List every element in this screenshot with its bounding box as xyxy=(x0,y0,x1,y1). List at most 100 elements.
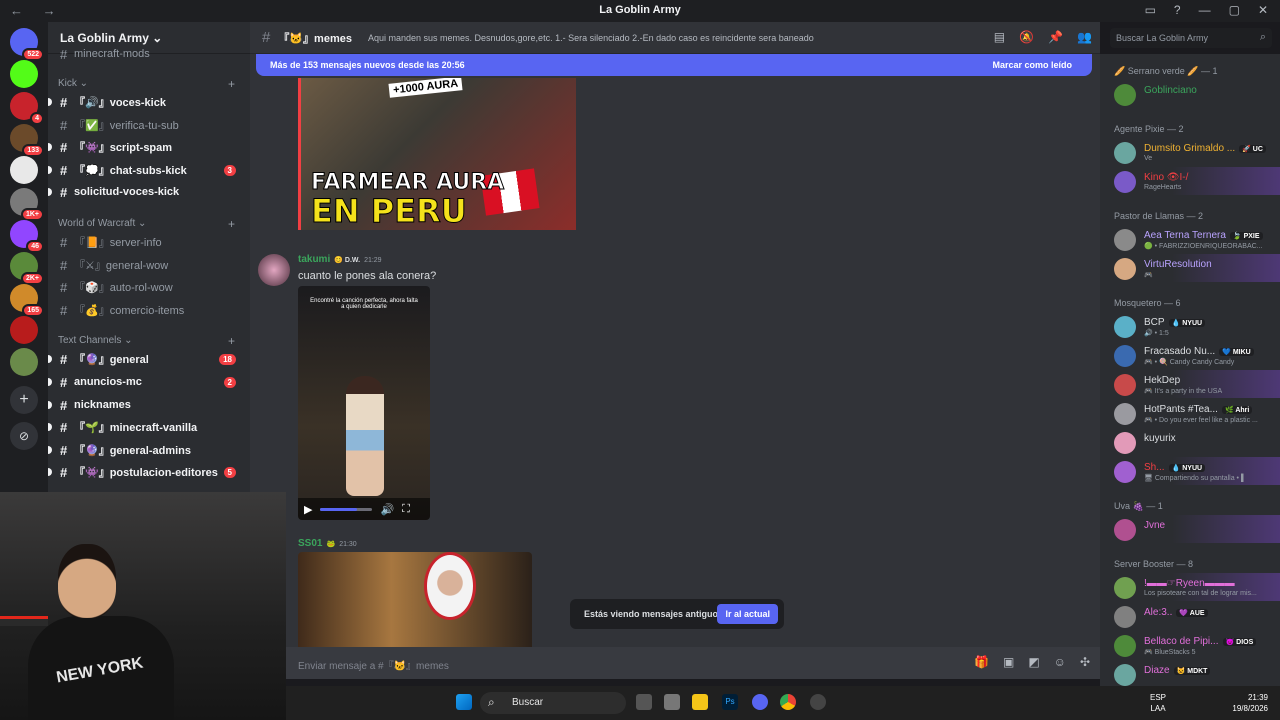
start-icon[interactable] xyxy=(456,694,472,710)
member-item[interactable]: Sh... 💧 NYUU 🖥 Compartiendo su pantalla • … xyxy=(1100,457,1280,485)
channel-item[interactable]: # solicitud-voces-kick xyxy=(48,182,246,202)
channel-item[interactable]: # 『💭』chat-subs-kick 3 xyxy=(48,160,246,180)
category-text-channels[interactable]: Text Channels ⌄ + xyxy=(58,334,235,348)
apps-icon[interactable]: ✣ xyxy=(1080,655,1090,669)
add-channel-icon[interactable]: + xyxy=(228,217,235,231)
threads-icon[interactable]: ▤ xyxy=(994,30,1005,44)
mark-read-button[interactable]: Marcar como leído xyxy=(992,60,1072,70)
photoshop-icon[interactable]: Ps xyxy=(722,694,738,710)
channel-item[interactable]: # 『🔮』general 18 xyxy=(48,349,246,369)
member-item[interactable]: Ale:3.. 💜 AUE xyxy=(1100,602,1280,630)
video-attachment[interactable]: Encontré la canción perfecta, ahora falt… xyxy=(298,286,430,520)
channel-item[interactable]: # anuncios-mc 2 xyxy=(48,372,246,392)
play-icon[interactable]: ▶ xyxy=(304,503,312,516)
add-channel-icon[interactable]: + xyxy=(228,77,235,91)
server-icon[interactable] xyxy=(10,316,38,344)
member-name-text: VirtuResolution xyxy=(1144,259,1212,270)
member-item[interactable]: BCP 💧 NYUU 🔊 • 1:5 xyxy=(1100,312,1280,340)
member-item[interactable]: VirtuResolution 🎮 xyxy=(1100,254,1280,282)
server-icon[interactable]: 2K+ xyxy=(10,252,44,285)
category-wow[interactable]: World of Warcraft ⌄ + xyxy=(58,217,235,231)
discord-home-icon[interactable]: 522 xyxy=(10,28,44,61)
message-author[interactable]: SS01 🐸 21:30 xyxy=(298,538,357,549)
member-item[interactable]: Kino 👁I-/RageHearts xyxy=(1100,167,1280,195)
inbox-icon[interactable]: ▭ xyxy=(1145,3,1156,17)
channel-item[interactable]: # 『🔮』general-admins xyxy=(48,440,246,460)
jump-to-present-button[interactable]: Ir al actual xyxy=(717,604,778,624)
member-item[interactable]: Dumsito Grimaldo ... 🚀 UC Ve xyxy=(1100,138,1280,166)
chrome-icon[interactable] xyxy=(780,694,796,710)
minimize-button[interactable]: — xyxy=(1199,3,1211,17)
category-kick[interactable]: Kick ⌄ + xyxy=(58,77,235,91)
search-input[interactable]: Buscar La Goblin Army ⌕ xyxy=(1110,28,1272,48)
server-icon[interactable] xyxy=(10,348,38,376)
hash-icon: # xyxy=(60,374,68,390)
avatar[interactable] xyxy=(258,254,290,286)
message-composer[interactable]: Enviar mensaje a #『🐱』memes 🎁 ▣ ◩ ☺ ✣ xyxy=(286,647,1100,679)
member-item[interactable]: Bellaco de Pipi... 😈 DIOS 🎮 BlueStacks 5 xyxy=(1100,631,1280,659)
avatar xyxy=(1114,606,1136,628)
server-icon[interactable]: 1K+ xyxy=(10,188,44,221)
member-item[interactable]: !▬▬☞Ryeen▬▬▬ Los pisoteare con tal de log… xyxy=(1100,573,1280,601)
taskbar-search[interactable]: ⌕ Buscar xyxy=(480,692,626,714)
taskview-icon[interactable] xyxy=(636,694,652,710)
language-indicator[interactable]: ESP LAA xyxy=(1150,692,1166,714)
member-item[interactable]: Goblinciano xyxy=(1100,80,1280,108)
discord-icon[interactable] xyxy=(752,694,768,710)
members-icon[interactable]: 👥 xyxy=(1077,30,1092,44)
avatar xyxy=(1114,403,1136,425)
channel-item[interactable]: # 『📙』server-info xyxy=(48,232,246,252)
obs-icon[interactable] xyxy=(810,694,826,710)
new-messages-bar[interactable]: Más de 153 mensajes nuevos desde las 20:… xyxy=(256,54,1092,76)
channel-item[interactable]: # 『💰』comercio-items xyxy=(48,300,246,320)
member-item[interactable]: Diaze 😺 MDKT xyxy=(1100,660,1280,686)
member-name: Fracasado Nu... 💙 MIKU xyxy=(1144,346,1254,357)
video-progress[interactable] xyxy=(320,507,373,511)
gif-icon[interactable]: ▣ xyxy=(1003,655,1014,669)
server-icon[interactable]: 165 xyxy=(10,284,44,317)
file-explorer-icon[interactable] xyxy=(692,694,708,710)
channel-item[interactable]: # 『👾』script-spam xyxy=(48,137,246,157)
channel-item[interactable]: # 『✅』verifica-tu-sub xyxy=(48,115,246,135)
server-icon[interactable]: 4 xyxy=(10,92,44,125)
message-list[interactable]: +1000 AURA FARMEAR AURA EN PERU Más de 1… xyxy=(250,54,1100,647)
sticker-icon[interactable]: ◩ xyxy=(1028,655,1039,669)
gift-icon[interactable]: 🎁 xyxy=(974,655,989,669)
channel-item[interactable]: # 『🎲』auto-rol-wow xyxy=(48,277,246,297)
member-item[interactable]: Jvne xyxy=(1100,515,1280,543)
unread-indicator xyxy=(48,355,52,363)
fullscreen-icon[interactable]: ⛶ xyxy=(402,503,410,516)
meme-thumbnail[interactable]: +1000 AURA FARMEAR AURA EN PERU xyxy=(298,78,576,230)
member-item[interactable]: HotPants #Tea... 🌿 Ahri 🎮 • Do you ever fe… xyxy=(1100,399,1280,427)
kick-icon[interactable] xyxy=(10,60,38,88)
maximize-button[interactable]: ▢ xyxy=(1229,3,1240,17)
member-item[interactable]: HekDep 🎮 It's a party in the USA xyxy=(1100,370,1280,398)
member-item[interactable]: kuyurix xyxy=(1100,428,1280,456)
help-icon[interactable]: ? xyxy=(1174,3,1181,17)
channel-item[interactable]: # 『🌱』minecraft-vanilla xyxy=(48,417,246,437)
channel-item[interactable]: # 『🔊』voces-kick xyxy=(48,92,246,112)
explore-icon[interactable]: ⊘ xyxy=(10,422,38,450)
volume-icon[interactable]: 🔊 xyxy=(380,503,394,516)
clock[interactable]: 21:39 19/8/2026 xyxy=(1232,692,1268,714)
add-server-icon[interactable]: + xyxy=(10,386,38,414)
image-attachment[interactable] xyxy=(298,552,532,647)
twitch-icon[interactable]: 46 xyxy=(10,220,44,253)
close-button[interactable]: ✕ xyxy=(1258,3,1268,17)
emoji-icon[interactable]: ☺ xyxy=(1054,655,1066,669)
channel-item[interactable]: # nicknames xyxy=(48,395,246,415)
add-channel-icon[interactable]: + xyxy=(228,334,235,348)
server-icon[interactable]: 133 xyxy=(10,124,44,157)
member-item[interactable]: Fracasado Nu... 💙 MIKU 🎮 • 🍭 Candy Candy C… xyxy=(1100,341,1280,369)
member-name-text: Bellaco de Pipi... xyxy=(1144,636,1219,647)
channel-item[interactable]: # 『⚔』general-wow xyxy=(48,255,246,275)
server-icon[interactable] xyxy=(10,156,38,184)
mute-icon[interactable]: 🔕 xyxy=(1019,30,1034,44)
channel-topic[interactable]: Aqui manden sus memes. Desnudos,gore,etc… xyxy=(368,33,814,43)
pin-icon[interactable]: 📌 xyxy=(1048,30,1063,44)
channel-item[interactable]: # 『👾』postulacion-editores 5 xyxy=(48,462,246,482)
app-icon[interactable] xyxy=(664,694,680,710)
member-item[interactable]: Aea Terna Ternera 🍃 PXIE 🟢 • FABRIZZIOENRI… xyxy=(1100,225,1280,253)
channel-minecraft-mods[interactable]: # minecraft-mods xyxy=(48,44,246,64)
message-author[interactable]: takumi 😊 D.W. 21:29 xyxy=(298,254,382,265)
